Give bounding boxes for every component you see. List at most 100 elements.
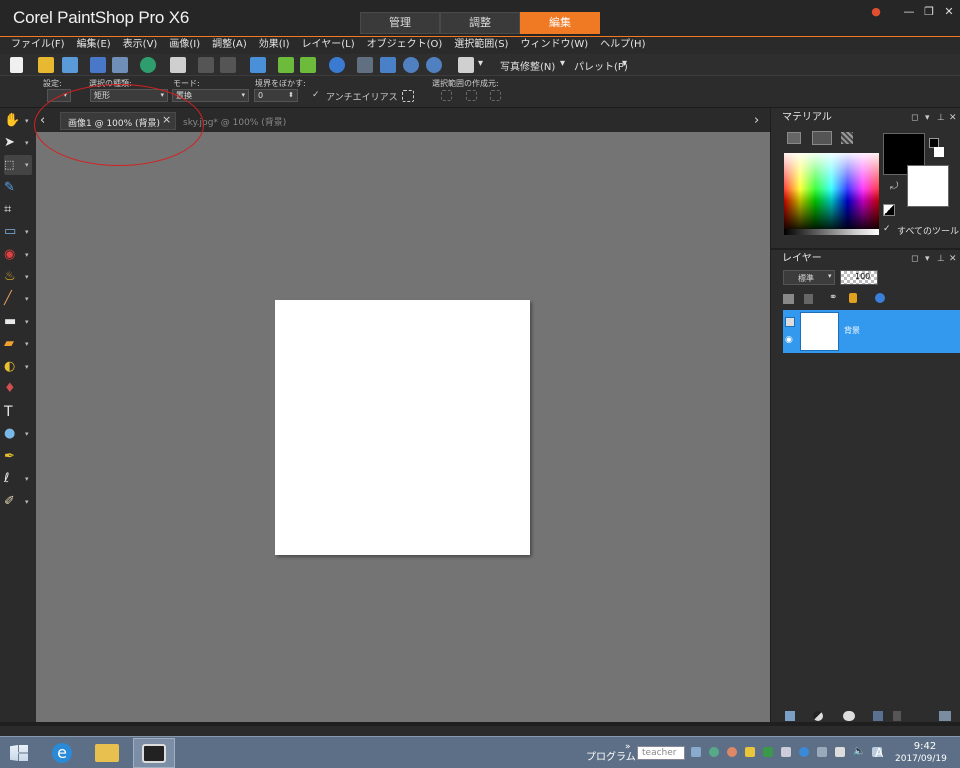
red-eye-tool[interactable]: ◉ ▾ [4,245,32,265]
layer-options-icon[interactable] [939,711,951,721]
print-icon[interactable] [170,57,186,73]
layer-effects-icon[interactable] [875,293,885,303]
gradient-tool[interactable]: ▬ ▾ [4,312,32,332]
trash-icon[interactable] [893,711,901,721]
menu-view[interactable]: 表示(V) [123,37,158,54]
open-folder-icon[interactable] [38,57,54,73]
group-button[interactable] [843,711,855,721]
tool-dropdown-icon[interactable]: ▾ [25,469,29,489]
link-icon[interactable]: ⚭ [829,292,837,303]
color-palette[interactable] [784,153,879,233]
from-layer-icon[interactable] [441,90,452,101]
ime-tool-icon[interactable] [745,747,755,757]
swap-colors-icon[interactable]: ⤾ [890,181,898,192]
tool-dropdown-icon[interactable]: ▾ [25,267,29,287]
panel-menu-icon[interactable]: ▾ [925,251,930,267]
tab-next-icon[interactable]: › [754,113,759,128]
new-file-icon[interactable] [10,57,23,73]
shape-tool[interactable]: ● ▾ [4,424,32,444]
ime-mode-indicator[interactable]: A [875,746,883,760]
reset-colors-icon[interactable] [883,204,895,216]
menu-selections[interactable]: 選択範囲(S) [454,37,508,54]
panel-maximize-icon[interactable]: ◻ [911,110,918,126]
paint-brush-tool[interactable]: ╱ ▾ [4,289,32,309]
tab-adjust[interactable]: 調整 [440,12,520,34]
opacity-slider[interactable]: 100 [840,270,878,285]
straighten-tool[interactable]: ▭ ▾ [4,222,32,242]
fill-tool[interactable]: ♦ [4,379,32,399]
picture-tube-tool[interactable]: ✐ ▾ [4,492,32,512]
speaker-icon[interactable]: 🔈 [853,746,865,757]
pin-icon[interactable]: ⊥ [937,251,945,267]
text-tool[interactable]: T [4,402,32,422]
swatches-tab-icon[interactable] [841,132,853,144]
paintshop-taskbar-button[interactable] [133,738,175,768]
panel-close-icon[interactable]: ✕ [949,110,957,126]
tray-app-icon[interactable] [817,747,827,757]
menu-edit[interactable]: 編集(E) [77,37,111,54]
rotate-right-icon[interactable] [300,57,316,73]
new-raster-layer-icon[interactable] [783,294,794,304]
ie-icon[interactable]: e [52,743,72,763]
chevron-right-icon[interactable]: » [625,742,631,752]
selection-tool[interactable]: ⬚ ▾ [4,155,32,175]
lock-icon[interactable] [849,293,857,303]
menu-image[interactable]: 画像(I) [169,37,200,54]
info-icon[interactable] [329,57,345,73]
panel-menu-icon[interactable]: ▾ [925,110,930,126]
network-icon[interactable] [691,747,701,757]
menu-adjust[interactable]: 調整(A) [212,37,247,54]
eraser-tool[interactable]: ▰ ▾ [4,334,32,354]
share-icon[interactable] [140,57,156,73]
zoom-in-icon[interactable] [426,57,442,73]
menu-window[interactable]: ウィンドウ(W) [520,37,588,54]
tool-dropdown-icon[interactable]: ▾ [25,492,29,512]
redo-icon[interactable] [220,57,236,73]
bg-mini-swatch[interactable] [934,147,944,157]
select-all-icon[interactable] [402,90,414,102]
windows-start-icon[interactable] [10,745,28,761]
menu-help[interactable]: ヘルプ(H) [600,37,645,54]
firefox-icon[interactable] [727,747,737,757]
new-vector-layer-icon[interactable] [804,294,813,304]
file-explorer-icon[interactable] [95,744,119,762]
antialias-checkbox[interactable]: ✓ [312,90,320,100]
minimize-button[interactable]: — [898,4,920,20]
rotate-left-icon[interactable] [278,57,294,73]
keyboard-icon[interactable] [781,747,791,757]
rainbow-tab-icon[interactable] [812,131,832,145]
tool-dropdown-icon[interactable]: ▾ [25,289,29,309]
globe-icon[interactable] [709,747,719,757]
zoom-out-icon[interactable] [403,57,419,73]
palette-menu[interactable]: パレット(P) [574,58,628,73]
photo-fix-menu[interactable]: 写真修整(N) [500,58,555,73]
all-tools-checkbox[interactable]: ✓ [883,224,891,234]
dropper-tool[interactable]: ✎ [4,178,32,198]
menu-objects[interactable]: オブジェクト(O) [367,37,443,54]
panel-maximize-icon[interactable]: ◻ [911,251,918,267]
pin-icon[interactable]: ⊥ [937,110,945,126]
security-icon[interactable] [763,747,773,757]
menu-effects[interactable]: 効果(I) [259,37,290,54]
mask-button[interactable] [813,711,823,721]
tool-dropdown-icon[interactable]: ▾ [25,312,29,332]
clock-date[interactable]: 2017/09/19 [895,754,947,764]
action-center-icon[interactable] [835,747,845,757]
new-layer-button[interactable] [785,711,795,721]
browse-icon[interactable] [62,57,78,73]
clock-time[interactable]: 9:42 [910,741,940,752]
image-canvas[interactable] [275,300,530,555]
feather-input[interactable]: 0 ⬍ [254,89,298,102]
fit-window-icon[interactable] [380,57,396,73]
retouch-tool[interactable]: ◐ ▾ [4,357,32,377]
pan-tool[interactable]: ✋ ▾ [4,111,32,131]
pen-tool[interactable]: ✒ [4,447,32,467]
tool-dropdown-icon[interactable]: ▾ [25,245,29,265]
from-image-icon[interactable] [490,90,501,101]
tool-dropdown-icon[interactable]: ▾ [25,357,29,377]
visibility-eye-icon[interactable]: ◉ [785,335,793,345]
user-icon[interactable]: ● [865,4,887,20]
tool-dropdown-icon[interactable]: ▾ [25,133,29,153]
crop-tool[interactable]: ⌗ [4,200,32,220]
close-button[interactable]: ✕ [938,4,960,20]
